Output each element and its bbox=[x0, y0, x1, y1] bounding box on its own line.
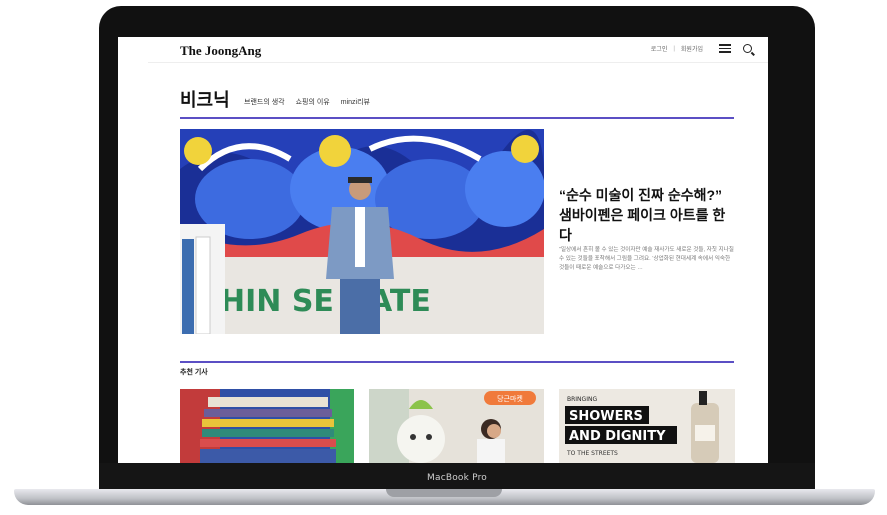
hero-headline[interactable]: “순수 미술이 진짜 순수해?” 샘바이펜은 페이크 아트를 한다 bbox=[559, 185, 737, 245]
svg-text:BRINGING: BRINGING bbox=[567, 396, 597, 403]
site-logo[interactable]: The JoongAng bbox=[180, 43, 261, 59]
header-divider bbox=[148, 62, 768, 63]
browser-screen: The JoongAng 로그인 | 회원가입 비크닉 브랜드의 생각 쇼핑의 … bbox=[118, 37, 768, 463]
svg-text:AND DIGNITY: AND DIGNITY bbox=[569, 429, 666, 444]
laptop-bottom-bezel: MacBook Pro bbox=[99, 463, 815, 491]
recommended-divider bbox=[180, 361, 734, 363]
laptop-notch bbox=[386, 489, 502, 497]
login-link[interactable]: 로그인 bbox=[651, 44, 668, 53]
model-label: MacBook Pro bbox=[427, 473, 487, 483]
section-divider bbox=[180, 117, 734, 119]
section-title[interactable]: 비크닉 bbox=[180, 86, 230, 112]
recommended-title: 추천 기사 bbox=[180, 369, 208, 376]
svg-text:HIN SE GATE: HIN SE GATE bbox=[220, 284, 431, 319]
svg-text:TO THE STREETS: TO THE STREETS bbox=[566, 450, 618, 457]
svg-text:당근마켓: 당근마켓 bbox=[497, 394, 523, 403]
search-icon[interactable] bbox=[743, 44, 752, 53]
svg-text:SHOWERS: SHOWERS bbox=[569, 409, 643, 424]
recommended-card[interactable]: 당근마켓 bbox=[369, 389, 544, 463]
recommended-card[interactable]: BRINGING SHOWERS AND DIGNITY TO THE STRE… bbox=[559, 389, 735, 463]
hero-image[interactable]: HIN SE GATE bbox=[180, 129, 544, 334]
menu-icon[interactable] bbox=[719, 44, 731, 53]
divider: | bbox=[673, 45, 675, 52]
tab-brand-thought[interactable]: 브랜드의 생각 bbox=[244, 97, 285, 107]
signup-link[interactable]: 회원가입 bbox=[681, 44, 703, 53]
header-utilities: 로그인 | 회원가입 bbox=[651, 44, 752, 53]
tab-shopping-reason[interactable]: 쇼핑의 이유 bbox=[296, 97, 330, 107]
tab-minzi-review[interactable]: minzi리뷰 bbox=[341, 97, 370, 107]
recommended-card[interactable] bbox=[180, 389, 354, 463]
hero-summary: “일상에서 흔히 볼 수 있는 것이자만 예술 재사가도 새로운 것들, 자칫 … bbox=[559, 247, 734, 271]
section-tabs: 브랜드의 생각 쇼핑의 이유 minzi리뷰 bbox=[244, 97, 370, 107]
